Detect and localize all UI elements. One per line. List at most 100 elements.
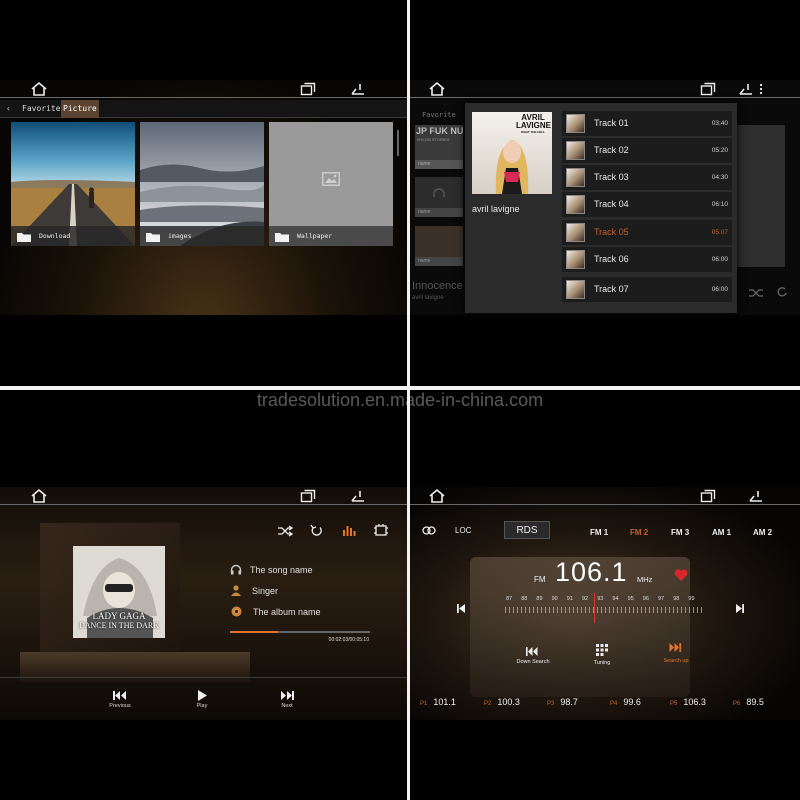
- controls-divider: [0, 677, 407, 678]
- tuning-label[interactable]: Tuning: [583, 660, 621, 666]
- band-tab[interactable]: FM 3: [671, 528, 689, 537]
- album-art-title: LADY GAGA DANCE IN THE DARK: [73, 611, 165, 630]
- preset-button[interactable]: P1 101.1: [420, 697, 456, 707]
- track-name: Track 03: [594, 172, 629, 182]
- preset-button[interactable]: P4 99.6: [610, 697, 641, 707]
- album-cover-word: LAVIGNE: [516, 121, 551, 130]
- artist-name: avril lavigne: [472, 204, 520, 214]
- shuffle-icon[interactable]: [277, 525, 293, 537]
- back-icon[interactable]: [738, 82, 754, 96]
- folder-label: Wallpaper: [297, 232, 333, 240]
- home-icon[interactable]: [428, 488, 446, 504]
- recent-apps-icon[interactable]: [300, 82, 316, 96]
- folder-footer: Download: [11, 226, 135, 246]
- scale-ticks: [505, 607, 705, 613]
- scale-label: 94: [612, 596, 619, 602]
- band-label: FM: [534, 575, 546, 584]
- previous-icon[interactable]: [113, 691, 127, 700]
- search-up-label[interactable]: Search up: [656, 658, 696, 664]
- scale-label: 90: [551, 596, 558, 602]
- progress-fill: [230, 631, 278, 633]
- background-tab: Favorite: [422, 111, 456, 119]
- home-icon[interactable]: [428, 81, 446, 97]
- scale-label: 97: [658, 596, 665, 602]
- favorite-heart-icon[interactable]: [674, 569, 688, 581]
- track-row[interactable]: Track 02 05:20: [562, 138, 732, 163]
- next-label[interactable]: Next: [269, 703, 305, 709]
- folder-label: Download: [39, 232, 71, 240]
- scale-label: 99: [688, 596, 695, 602]
- preset-button[interactable]: P5 106.3: [670, 697, 706, 707]
- recent-apps-icon[interactable]: [700, 489, 716, 503]
- back-icon[interactable]: [748, 489, 764, 503]
- preset-button[interactable]: P3 98.7: [547, 697, 578, 707]
- track-row[interactable]: Track 07 06:00: [562, 277, 732, 302]
- band-tab[interactable]: AM 1: [712, 528, 731, 537]
- stereo-icon[interactable]: [422, 526, 436, 535]
- frequency-unit: MHz: [637, 575, 653, 584]
- track-name: Track 06: [594, 254, 629, 264]
- singer-icon: [231, 585, 241, 596]
- repeat-icon[interactable]: [310, 524, 323, 537]
- track-duration: 06:00: [711, 286, 728, 293]
- chevron-left-icon[interactable]: ‹: [6, 100, 11, 118]
- preset-frequency: 89.5: [746, 697, 764, 707]
- folder-tile-download[interactable]: Download: [11, 122, 135, 246]
- track-row[interactable]: Track 01 03:40: [562, 111, 732, 136]
- radio-panel: LOC RDS FM 1 FM 2 FM 3 AM 1 AM 2 FM 106.1 MH…: [410, 487, 800, 720]
- folder-tile-images[interactable]: images: [140, 122, 264, 246]
- preset-frequency: 106.3: [683, 697, 706, 707]
- loc-button[interactable]: LOC: [455, 526, 471, 535]
- preset-button[interactable]: P6 89.5: [733, 697, 764, 707]
- track-row[interactable]: Track 06 06:00: [562, 247, 732, 272]
- back-icon[interactable]: [350, 82, 366, 96]
- equalizer-icon[interactable]: [342, 524, 357, 537]
- background-tile: name: [415, 226, 463, 266]
- search-up-icon[interactable]: [669, 643, 681, 652]
- step-up-icon[interactable]: [734, 604, 744, 613]
- home-icon[interactable]: [30, 81, 48, 97]
- background-album-title: JP FUK NUT: [416, 126, 463, 136]
- breadcrumb: ‹ Favorite Picture: [0, 100, 407, 118]
- back-icon[interactable]: [350, 489, 366, 503]
- band-tab[interactable]: FM 1: [590, 528, 608, 537]
- band-tab[interactable]: FM 2: [630, 528, 648, 537]
- progress-track[interactable]: [230, 631, 370, 633]
- preset-frequency: 98.7: [560, 697, 578, 707]
- step-down-icon[interactable]: [457, 604, 467, 613]
- status-bar-divider: [410, 504, 800, 505]
- overflow-menu-icon[interactable]: [758, 82, 764, 96]
- recent-apps-icon[interactable]: [300, 489, 316, 503]
- home-icon[interactable]: [30, 488, 48, 504]
- track-thumbnail: [566, 168, 585, 187]
- band-tab[interactable]: AM 2: [753, 528, 772, 537]
- track-duration: 06:10: [711, 201, 728, 208]
- status-bar-divider: [410, 97, 800, 98]
- recent-apps-icon[interactable]: [700, 82, 716, 96]
- breadcrumb-picture[interactable]: Picture: [61, 100, 99, 118]
- status-bar: [0, 487, 407, 505]
- tile-name-bar: name: [415, 208, 463, 217]
- next-icon[interactable]: [280, 691, 294, 700]
- track-row[interactable]: Track 05 05:07: [562, 220, 732, 245]
- folder-tile-wallpaper[interactable]: Wallpaper: [269, 122, 393, 246]
- track-row[interactable]: Track 03 04:30: [562, 165, 732, 190]
- tile-name-bar: name: [415, 160, 463, 169]
- preset-button[interactable]: P2 100.3: [484, 697, 520, 707]
- rds-button[interactable]: RDS: [504, 521, 550, 539]
- settings-icon[interactable]: [373, 523, 389, 538]
- track-row[interactable]: Track 04 06:10: [562, 192, 732, 217]
- background-album-subtitle: NYLON STORIES: [417, 137, 450, 142]
- scale-label: 95: [627, 596, 634, 602]
- shuffle-icon: [749, 289, 763, 297]
- tuning-keypad-icon[interactable]: [596, 644, 608, 656]
- down-search-label[interactable]: Down Search: [508, 659, 558, 665]
- scrollbar[interactable]: [397, 130, 399, 156]
- play-icon[interactable]: [197, 690, 207, 701]
- down-search-icon[interactable]: [526, 647, 538, 656]
- play-label[interactable]: Play: [184, 703, 220, 709]
- breadcrumb-favorite[interactable]: Favorite: [22, 100, 61, 118]
- background-right-tiles: [737, 125, 785, 267]
- previous-label[interactable]: Previous: [102, 703, 138, 709]
- track-duration: 05:07: [711, 229, 728, 236]
